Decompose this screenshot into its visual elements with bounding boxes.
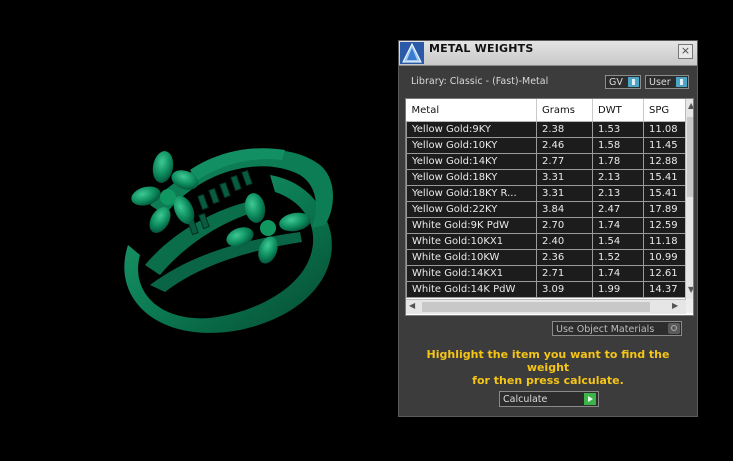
cell-dwt: 1.58 [592,137,644,154]
cell-dwt: 1.74 [592,217,644,234]
cell-metal: Yellow Gold:10KY [406,137,537,154]
cell-spg: 12.61 [643,265,690,282]
cell-grams: 2.40 [536,233,593,250]
cell-metal: White Gold:14K PdW [406,281,537,298]
cell-grams: 3.84 [536,201,593,218]
dropdown-arrow-icon [628,77,639,87]
cell-metal: White Gold:14KX1 [406,265,537,282]
table-row[interactable]: White Gold:10KW 2.36 1.52 10.99 [406,249,690,266]
scroll-up-icon[interactable]: ▲ [688,101,693,110]
column-header-grams[interactable]: Grams [536,99,593,122]
cell-metal: Yellow Gold:22KY [406,201,537,218]
cell-metal: Yellow Gold:14KY [406,153,537,170]
cell-grams: 2.46 [536,137,593,154]
3d-viewport[interactable] [0,0,398,457]
unit-dropdown-value: GV [609,77,623,88]
scroll-right-icon[interactable]: ▶ [672,301,678,310]
ring-model [124,148,334,333]
horizontal-scroll-thumb[interactable] [422,302,650,312]
cell-grams: 2.38 [536,121,593,138]
cell-spg: 17.89 [643,201,690,218]
table-row[interactable]: White Gold:14K PdW 3.09 1.99 14.37 [406,281,690,298]
cell-dwt: 2.13 [592,185,644,202]
cell-spg: 11.45 [643,137,690,154]
user-dropdown[interactable]: User [645,75,689,89]
column-header-metal[interactable]: Metal [406,99,537,122]
cell-dwt: 1.99 [592,281,644,298]
cell-grams: 2.70 [536,217,593,234]
cell-dwt: 1.53 [592,121,644,138]
calculate-label: Calculate [503,394,548,405]
cell-spg: 12.59 [643,217,690,234]
cell-dwt: 2.47 [592,201,644,218]
column-header-dwt[interactable]: DWT [592,99,644,122]
cell-metal: Yellow Gold:18KY R... [406,185,537,202]
cell-metal: White Gold:9K PdW [406,217,537,234]
cell-grams: 2.36 [536,249,593,266]
use-object-materials-label: Use Object Materials [556,324,655,335]
column-header-spg[interactable]: SPG [643,99,690,122]
cell-dwt: 1.52 [592,249,644,266]
metal-weights-table: Metal Grams DWT SPG Yellow Gold:9KY 2.38 1… [406,99,690,298]
cell-grams: 2.77 [536,153,593,170]
play-icon [584,393,596,405]
calculate-button[interactable]: Calculate [499,391,599,407]
cell-spg: 11.18 [643,233,690,250]
table-row[interactable]: White Gold:9K PdW 2.70 1.74 12.59 [406,217,690,234]
table-row[interactable]: Yellow Gold:22KY 3.84 2.47 17.89 [406,201,690,218]
metal-table: Metal Grams DWT SPG Yellow Gold:9KY 2.38 1… [405,98,694,316]
scrollbar-corner [686,299,693,313]
user-dropdown-value: User [649,77,671,88]
cell-spg: 14.37 [643,281,690,298]
cell-dwt: 1.78 [592,153,644,170]
cell-metal: Yellow Gold:9KY [406,121,537,138]
radio-icon[interactable] [668,323,680,334]
table-row[interactable]: Yellow Gold:18KY R... 3.31 2.13 15.41 [406,185,690,202]
metal-weights-panel: METAL WEIGHTS × Library: Classic - (Fast… [398,40,698,417]
cell-grams: 2.71 [536,265,593,282]
cell-metal: Yellow Gold:18KY [406,169,537,186]
table-row[interactable]: White Gold:14KX1 2.71 1.74 12.61 [406,265,690,282]
scroll-down-icon[interactable]: ▼ [688,285,693,294]
unit-dropdown[interactable]: GV [605,75,641,89]
cell-dwt: 2.13 [592,169,644,186]
cell-spg: 15.41 [643,185,690,202]
table-row[interactable]: Yellow Gold:9KY 2.38 1.53 11.08 [406,121,690,138]
dropdown-arrow-icon [676,77,687,87]
cell-spg: 11.08 [643,121,690,138]
cell-spg: 10.99 [643,249,690,266]
table-row[interactable]: Yellow Gold:14KY 2.77 1.78 12.88 [406,153,690,170]
cell-grams: 3.31 [536,185,593,202]
instruction-line-1: Highlight the item you want to find the … [426,348,670,374]
app-logo-icon [400,42,424,64]
cell-spg: 12.88 [643,153,690,170]
cell-grams: 3.09 [536,281,593,298]
panel-title: METAL WEIGHTS [429,42,534,55]
table-header-row: Metal Grams DWT SPG [406,99,690,122]
instruction-line-2: for then press calculate. [472,374,624,387]
table-row[interactable]: White Gold:10KX1 2.40 1.54 11.18 [406,233,690,250]
cell-metal: White Gold:10KX1 [406,233,537,250]
use-object-materials-toggle[interactable]: Use Object Materials [552,321,682,336]
horizontal-scrollbar[interactable]: ◀ ▶ [406,299,686,314]
vertical-scrollbar[interactable]: ▲ ▼ [685,99,693,299]
cell-spg: 15.41 [643,169,690,186]
cell-metal: White Gold:10KW [406,249,537,266]
close-icon[interactable]: × [678,44,693,59]
table-row[interactable]: Yellow Gold:18KY 3.31 2.13 15.41 [406,169,690,186]
cell-dwt: 1.54 [592,233,644,250]
instruction-text: Highlight the item you want to find the … [409,348,687,387]
vertical-scroll-thumb[interactable] [687,117,693,197]
table-row[interactable]: Yellow Gold:10KY 2.46 1.58 11.45 [406,137,690,154]
cell-grams: 3.31 [536,169,593,186]
cell-dwt: 1.74 [592,265,644,282]
scroll-left-icon[interactable]: ◀ [409,301,415,310]
panel-titlebar[interactable]: METAL WEIGHTS × [399,41,697,66]
library-label: Library: Classic - (Fast)-Metal [411,76,549,87]
